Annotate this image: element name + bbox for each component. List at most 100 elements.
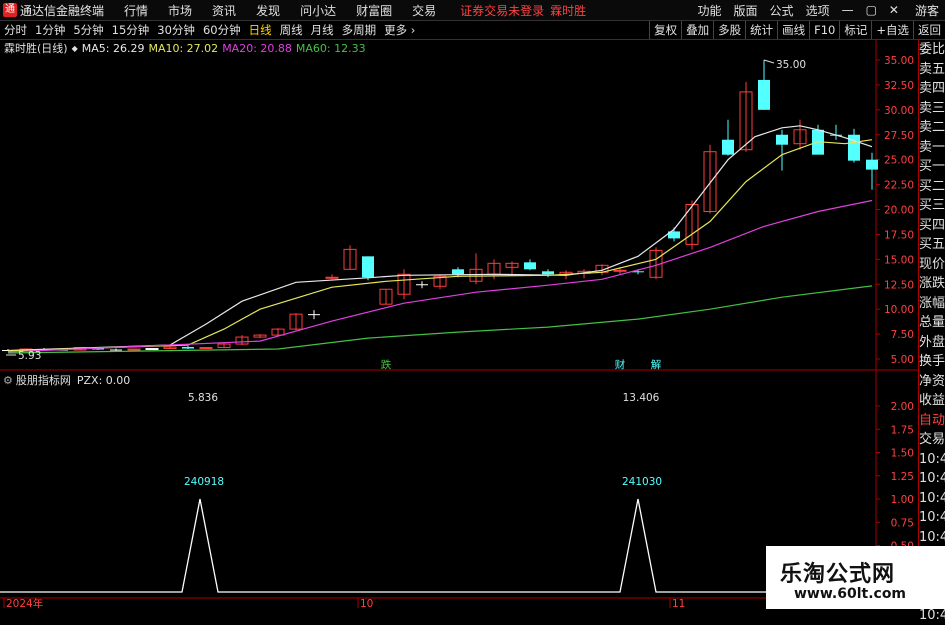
candle-body — [416, 284, 428, 285]
quote-panel-item[interactable]: 10:40 — [919, 450, 945, 470]
y-tick-label: 35.00 — [884, 55, 914, 67]
quote-panel-item[interactable]: 换手 — [919, 352, 945, 372]
sub-y-tick-label: 1.25 — [891, 471, 914, 483]
quote-panel-item[interactable]: 卖四 — [919, 79, 945, 99]
candle — [308, 310, 320, 319]
candle — [146, 348, 158, 350]
quote-panel-item[interactable]: 买一 — [919, 157, 945, 177]
site-watermark: 乐淘公式网 www.60lt.com — [766, 546, 945, 609]
event-marker: 财 — [615, 358, 626, 371]
quote-panel-item[interactable]: 卖三 — [919, 99, 945, 119]
candle — [236, 335, 248, 345]
quote-panel-item[interactable]: 10:40 — [919, 489, 945, 509]
ma60-line — [8, 286, 872, 353]
indicator-name[interactable]: 股朋指标网 — [16, 372, 71, 388]
candle — [542, 269, 554, 277]
candle — [470, 253, 482, 284]
ma10-line — [8, 140, 872, 351]
candle-body — [524, 262, 536, 269]
candle-body — [758, 80, 770, 110]
y-tick-label: 17.50 — [884, 229, 914, 241]
x-tick-label: 11 — [672, 598, 685, 609]
watermark-title: 乐淘公式网 — [780, 556, 895, 588]
kline-chart-area[interactable]: 35.0032.5030.0027.5025.0022.5020.0017.50… — [0, 0, 918, 609]
x-tick-label: 2024年 — [6, 597, 43, 609]
quote-panel-item[interactable]: 总量 — [919, 313, 945, 333]
candle-body — [362, 256, 374, 277]
y-tick-label: 15.00 — [884, 254, 914, 266]
peak-date-label: 240918 — [184, 476, 224, 488]
candle-body — [452, 269, 464, 274]
y-tick-label: 7.50 — [891, 329, 914, 341]
quote-panel-item[interactable]: 卖二 — [919, 118, 945, 138]
max-price-label: 35.00 — [776, 59, 806, 71]
quote-panel-item[interactable]: 10:40 — [919, 469, 945, 489]
quote-panel-item[interactable]: 涨跌 — [919, 274, 945, 294]
quote-panel-item[interactable]: 买三 — [919, 196, 945, 216]
candle — [218, 343, 230, 348]
quote-panel-item[interactable]: 买四 — [919, 216, 945, 236]
candle — [344, 245, 356, 269]
candle-body — [326, 277, 338, 278]
sub-y-tick-label: 1.75 — [891, 424, 914, 436]
candle — [290, 313, 302, 330]
candle — [848, 129, 860, 163]
candle-body — [866, 160, 878, 170]
peak-date-label: 241030 — [622, 476, 662, 488]
login-guest[interactable]: 游客 — [915, 2, 939, 19]
candle — [686, 201, 698, 250]
quote-panel-item[interactable]: 交易 — [919, 430, 945, 450]
candle-body — [128, 349, 140, 350]
max-pointer — [764, 60, 774, 63]
candle — [182, 346, 194, 349]
candle — [398, 269, 410, 299]
quote-panel-item[interactable]: 收益 — [919, 391, 945, 411]
indicator-bar: ⚙ 股朋指标网 PZX: 0.00 — [0, 373, 130, 387]
peak-value-label: 13.406 — [623, 392, 660, 404]
sub-y-tick-label: 0.75 — [891, 517, 914, 529]
settings-gear-icon[interactable]: ⚙ — [3, 374, 13, 387]
candle — [524, 259, 536, 270]
quote-panel: 委比卖五卖四卖三卖二卖一买一买二买三买四买五现价涨跌涨幅总量外盘换手净资收益自动… — [918, 40, 945, 609]
candle — [434, 274, 446, 289]
candle-body — [182, 347, 194, 348]
candle-body — [200, 348, 212, 349]
quote-panel-item[interactable]: 外盘 — [919, 333, 945, 353]
candle — [830, 125, 842, 140]
candle-body — [722, 140, 734, 155]
y-tick-label: 5.00 — [891, 354, 914, 366]
quote-panel-item[interactable]: 涨幅 — [919, 294, 945, 314]
quote-panel-item[interactable]: 买五 — [919, 235, 945, 255]
candle — [758, 60, 770, 110]
y-tick-label: 30.00 — [884, 105, 914, 117]
quote-panel-item[interactable]: 10:40 — [919, 508, 945, 528]
quote-panel-item[interactable]: 自动 — [919, 411, 945, 431]
quote-panel-item[interactable]: 净资 — [919, 372, 945, 392]
candle-body — [542, 271, 554, 274]
quote-panel-item[interactable]: 现价 — [919, 255, 945, 275]
quote-panel-item[interactable]: 10:40 — [919, 528, 945, 548]
y-tick-label: 20.00 — [884, 205, 914, 217]
candle-body — [146, 349, 158, 350]
quote-panel-item[interactable]: 委比 — [919, 40, 945, 60]
candle — [200, 347, 212, 349]
candle-body — [308, 314, 320, 315]
event-marker: 跌 — [381, 358, 392, 371]
quote-panel-item[interactable]: 买二 — [919, 177, 945, 197]
min-price-label: 5.93 — [18, 350, 41, 362]
quote-panel-item[interactable]: 卖五 — [919, 60, 945, 80]
candle-body — [776, 135, 788, 145]
candle — [776, 130, 788, 171]
x-tick-label: 10 — [360, 598, 373, 609]
y-tick-label: 10.00 — [884, 304, 914, 316]
event-marker: 解 — [651, 358, 662, 371]
quote-panel-item[interactable]: 卖一 — [919, 138, 945, 158]
pzx-line — [0, 499, 866, 592]
candle — [704, 145, 716, 214]
candle-body — [848, 135, 860, 161]
candle — [326, 274, 338, 279]
indicator-value: PZX: 0.00 — [77, 374, 130, 387]
sub-y-tick-label: 1.00 — [891, 494, 914, 506]
candle — [416, 281, 428, 288]
sub-y-tick-label: 2.00 — [891, 401, 914, 413]
